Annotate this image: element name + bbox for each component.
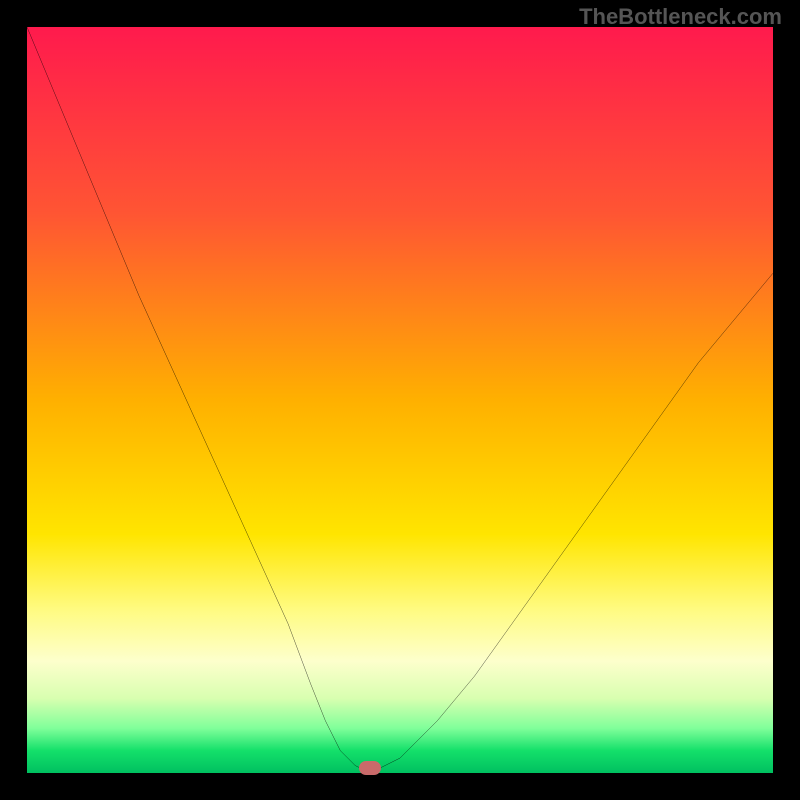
chart-container: TheBottleneck.com: [0, 0, 800, 800]
bottleneck-curve: [27, 27, 773, 773]
plot-area: [27, 27, 773, 773]
optimal-point-marker: [359, 761, 381, 775]
watermark-text: TheBottleneck.com: [579, 4, 782, 30]
